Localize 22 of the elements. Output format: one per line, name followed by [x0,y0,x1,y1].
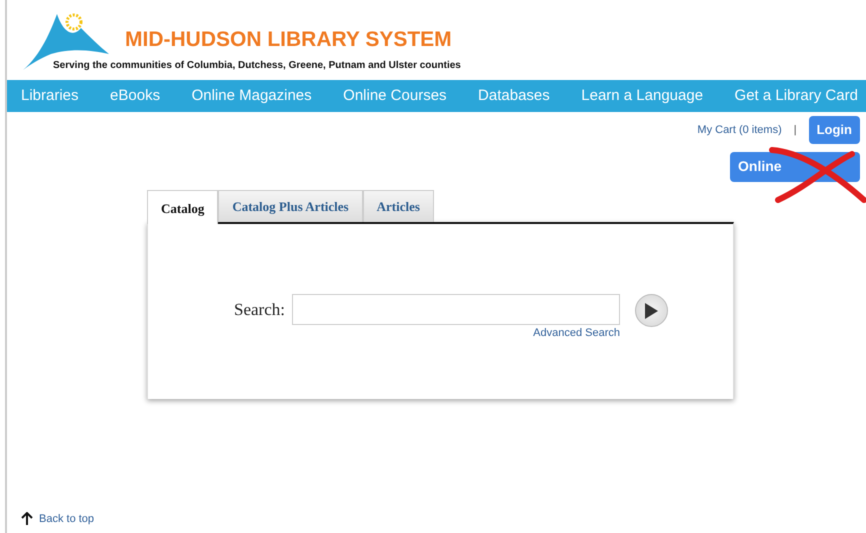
search-field[interactable] [292,294,620,325]
search-label: Search: [234,299,285,321]
login-button[interactable]: Login [808,116,860,144]
nav-link[interactable]: eBooks [110,84,160,108]
site-tagline: Serving the communities of Columbia, Dutchess, Greene, Putnam and Ulster counties [53,59,461,73]
back-to-top-link[interactable]: Back to top [39,510,94,527]
nav-link[interactable]: Learn a Language [581,84,704,108]
separator: | [794,122,797,138]
site-title: MID-HUDSON LIBRARY SYSTEM [125,29,453,50]
nav-link[interactable]: Online Courses [343,84,447,108]
tab[interactable]: Catalog [147,190,218,224]
nav-link[interactable]: Databases [478,84,550,108]
cart-link[interactable]: My Cart (0 items) [697,122,782,138]
nav-link[interactable]: Libraries [21,84,79,108]
arrow-up-icon [21,512,33,526]
nav-link[interactable]: Online Magazines [192,84,312,108]
tab[interactable]: Articles [362,190,434,222]
play-icon [644,302,658,318]
advanced-search-link[interactable]: Advanced Search [533,325,620,342]
nav-link[interactable]: Get a Library Card [734,84,858,108]
search-button[interactable] [634,294,668,327]
tab[interactable]: Catalog Plus Articles [218,190,363,222]
